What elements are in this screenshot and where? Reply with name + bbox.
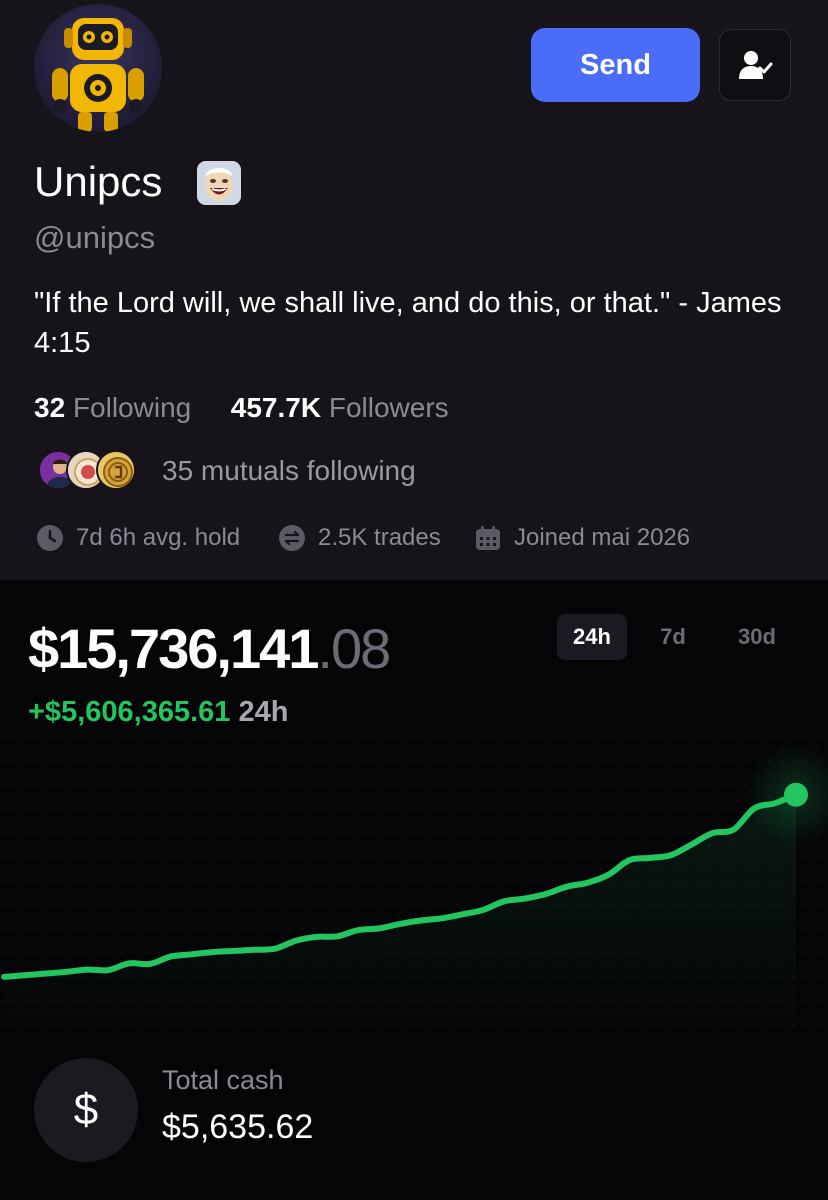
follow-stats: 32 Following 457.7K Followers xyxy=(34,389,449,427)
robot-icon xyxy=(52,18,144,132)
mutuals-count[interactable]: 35 mutuals following xyxy=(162,452,416,490)
avg-hold-stat: 7d 6h avg. hold xyxy=(36,521,240,555)
tab-24h[interactable]: 24h xyxy=(557,614,627,660)
followers-label: Followers xyxy=(328,392,449,423)
profile-bio: "If the Lord will, we shall live, and do… xyxy=(34,287,782,359)
avg-hold-text: 7d 6h avg. hold xyxy=(76,524,241,551)
trades-text: 2.5K trades xyxy=(318,524,441,551)
clock-icon xyxy=(36,524,64,552)
user-check-icon xyxy=(739,51,773,79)
calendar-icon xyxy=(474,524,502,552)
portfolio-change: +$5,606,365.61 24h xyxy=(28,693,288,731)
total-cash-label: Total cash xyxy=(162,1065,284,1095)
send-button[interactable]: Send xyxy=(531,28,700,102)
balance-whole: $15,736,141 xyxy=(28,617,319,680)
mutual-avatar xyxy=(96,450,136,490)
laughing-face-emoji-icon xyxy=(197,161,241,205)
portfolio-chart[interactable] xyxy=(0,735,828,1035)
change-amount: +$5,606,365.61 xyxy=(28,696,231,728)
swap-icon xyxy=(278,524,306,552)
robot-avatar[interactable] xyxy=(34,4,162,132)
portfolio-balance: $15,736,141.08 xyxy=(28,614,391,684)
trades-stat: 2.5K trades xyxy=(278,521,441,555)
joined-text: Joined mai 2026 xyxy=(514,524,691,551)
followers-count: 457.7K xyxy=(230,392,322,423)
followers-stat[interactable]: 457.7K Followers xyxy=(231,392,449,423)
chart-endpoint-dot xyxy=(784,782,808,807)
following-label: Following xyxy=(72,392,192,423)
change-period: 24h xyxy=(238,696,289,728)
tab-7d[interactable]: 7d xyxy=(640,614,706,660)
balance-cents: .08 xyxy=(317,617,391,680)
profile-handle: @unipcs xyxy=(34,220,156,255)
profile-header: Send Unipcs @unipcs "If the Lord will, w… xyxy=(0,0,828,580)
display-name: Unipcs xyxy=(34,158,163,205)
tab-30d[interactable]: 30d xyxy=(720,614,794,660)
joined-stat: Joined mai 2026 xyxy=(474,521,690,555)
dollar-icon: $ xyxy=(34,1058,138,1162)
follow-button[interactable] xyxy=(719,29,791,101)
following-stat[interactable]: 32 Following xyxy=(34,392,199,423)
total-cash-value: $5,635.62 xyxy=(162,1108,314,1146)
following-count: 32 xyxy=(34,392,66,423)
profile-page: Send Unipcs @unipcs "If the Lord will, w… xyxy=(0,0,828,1200)
